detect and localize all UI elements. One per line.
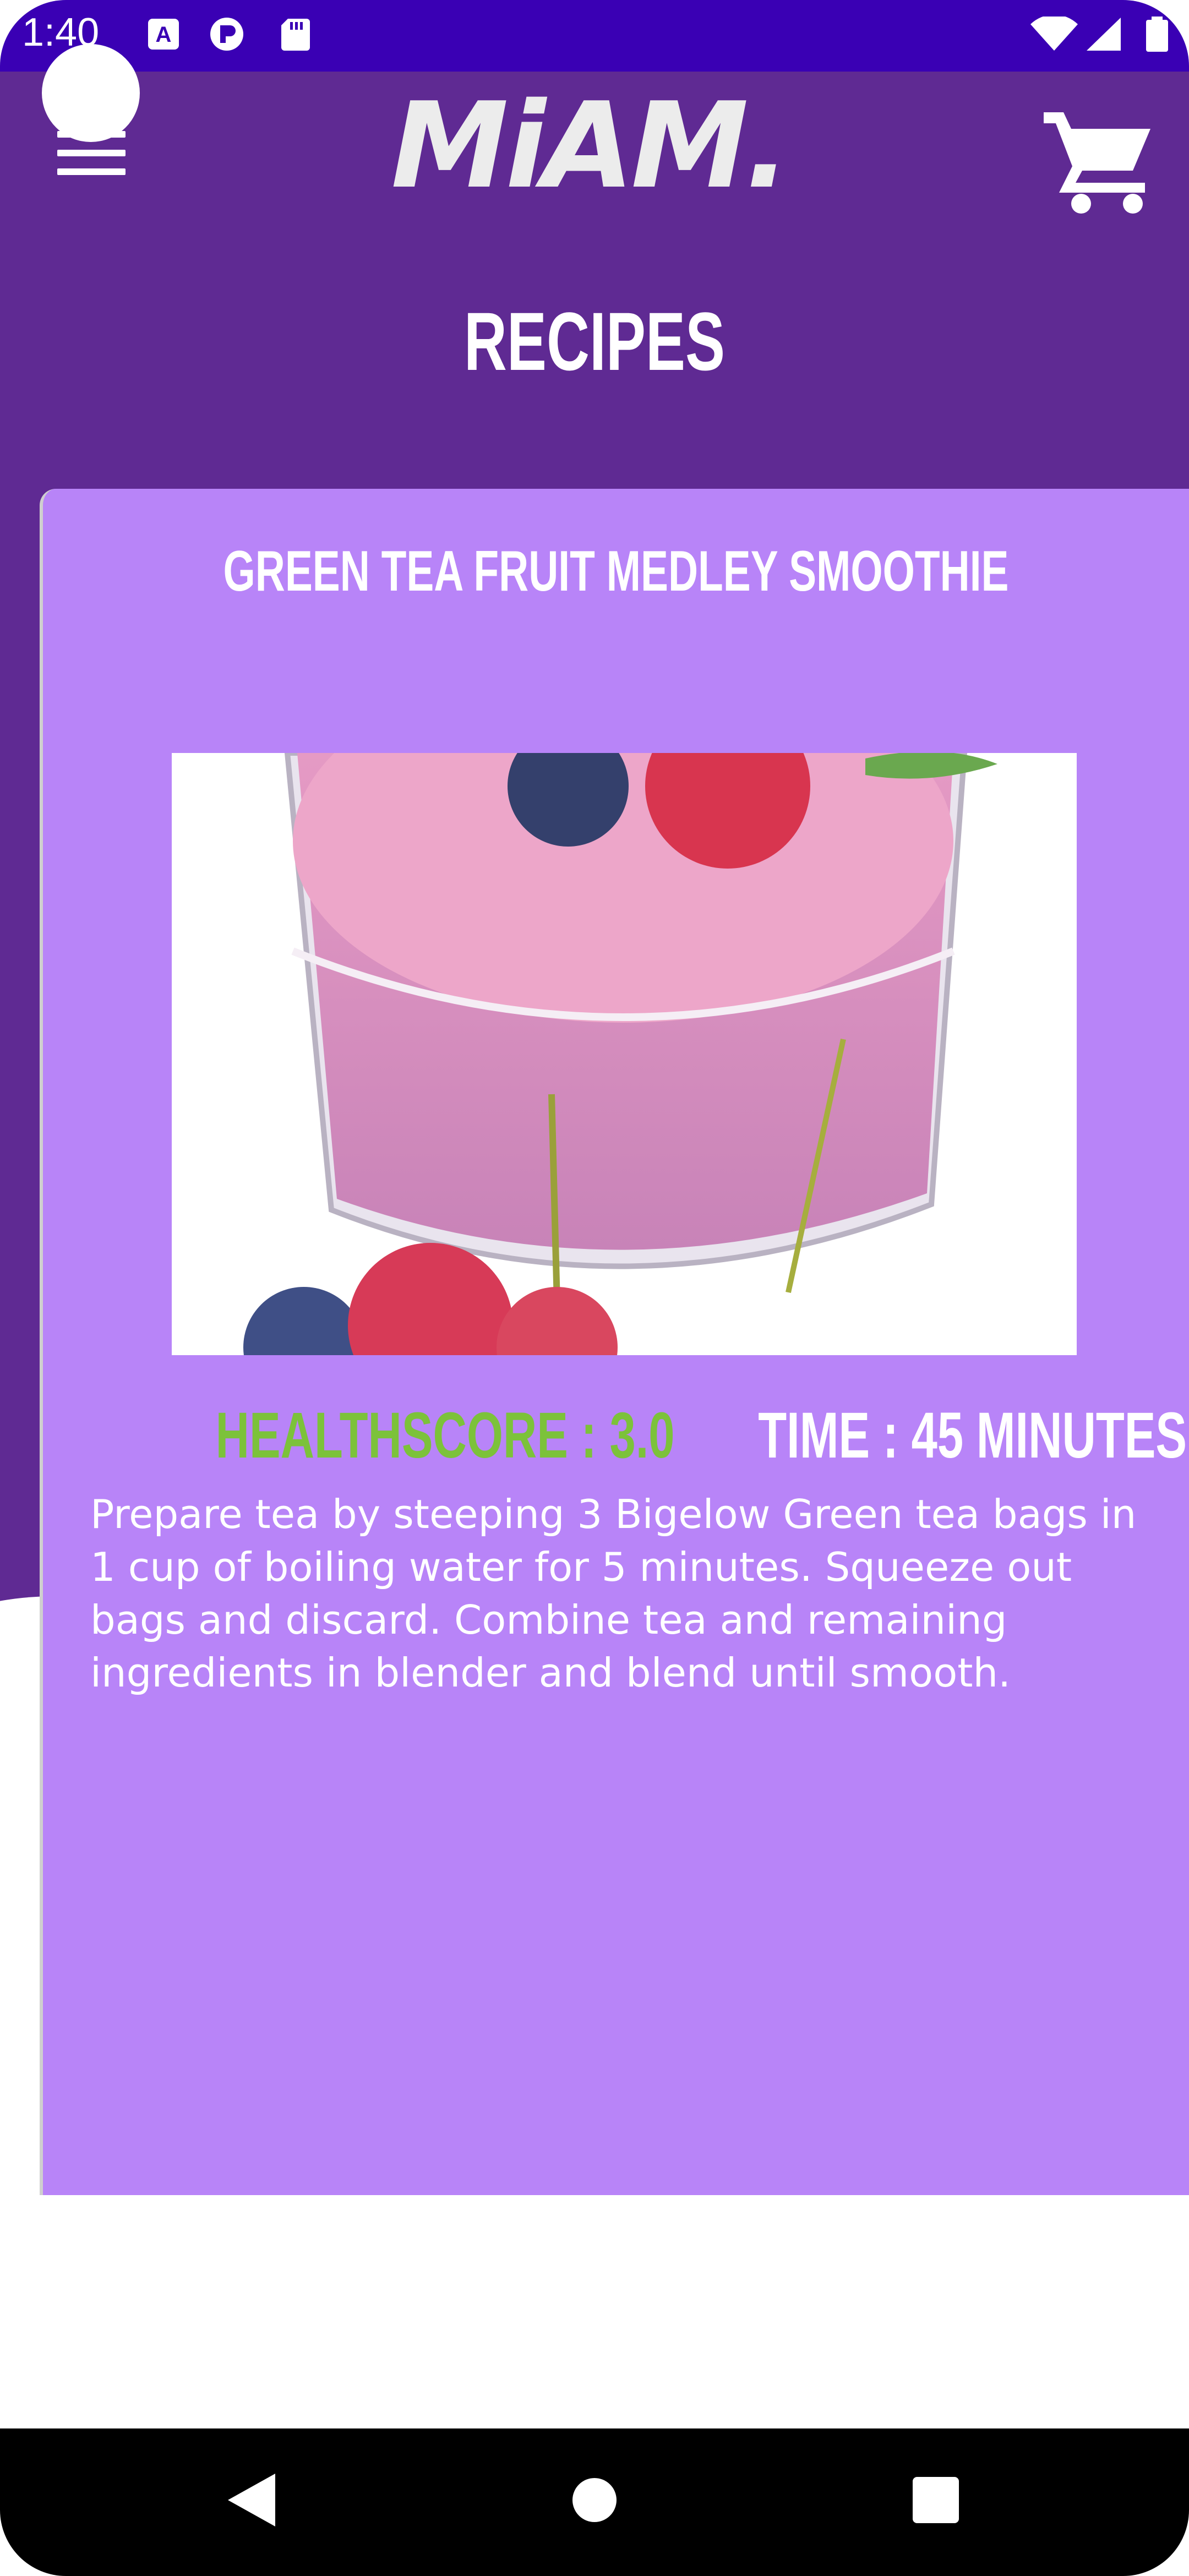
recents-icon[interactable]	[903, 2467, 969, 2533]
avatar	[42, 44, 140, 142]
page-title: RECIPES	[463, 295, 726, 388]
shopping-cart-icon[interactable]	[1040, 105, 1156, 215]
wifi-icon	[1030, 17, 1078, 51]
svg-text:A: A	[156, 23, 172, 47]
battery-icon	[1146, 17, 1168, 52]
navigation-bar	[0, 2428, 1189, 2576]
app-logo: MiAM.	[391, 77, 790, 215]
menu-button[interactable]	[33, 39, 143, 204]
app-screen: 1:40 A MiAM. RECIPES GREEN TEA FRUIT MED…	[0, 0, 1189, 2576]
cook-time: TIME : 45 MINUTES	[758, 1399, 1187, 1472]
smoothie-image	[172, 753, 1077, 1355]
recipe-instructions: Prepare tea by steeping 3 Bigelow Green …	[90, 1491, 1137, 1696]
back-icon[interactable]	[220, 2467, 286, 2533]
recipe-card[interactable]: GREEN TEA FRUIT MEDLEY SMOOTHIE HEALTHSC…	[40, 489, 1189, 2195]
recipe-meta: HEALTHSCORE : 3.0 TIME : 45 MINUTES	[43, 1397, 1189, 1474]
signal-icon	[1087, 18, 1121, 51]
home-icon[interactable]	[561, 2467, 628, 2533]
hamburger-menu-icon[interactable]	[57, 131, 126, 175]
sd-card-icon	[281, 19, 310, 51]
recipe-title: GREEN TEA FRUIT MEDLEY SMOOTHIE	[223, 539, 1009, 603]
health-score: HEALTHSCORE : 3.0	[215, 1399, 675, 1472]
pi-icon	[210, 18, 243, 51]
status-bar: 1:40 A	[0, 0, 1189, 72]
recipe-image	[172, 753, 1077, 1355]
a-icon: A	[148, 19, 179, 50]
